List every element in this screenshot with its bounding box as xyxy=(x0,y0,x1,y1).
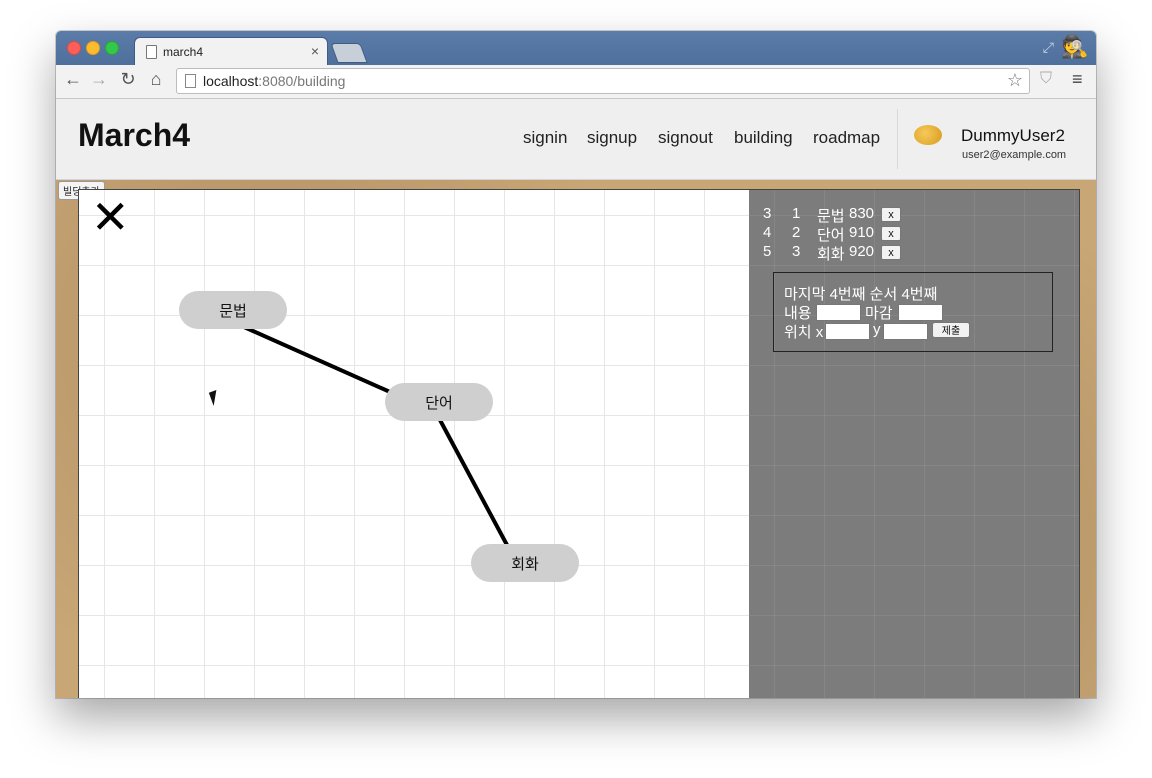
edge-grammar-vocab xyxy=(243,325,391,394)
web-page: March4 signin signup signout building ro… xyxy=(56,99,1096,698)
tab-bar: march4 × ⤢ 🕵 xyxy=(56,31,1096,66)
home-icon[interactable]: ⌂ xyxy=(145,69,167,90)
submit-button[interactable]: 제출 xyxy=(932,322,970,338)
position-y-label: y xyxy=(873,321,881,338)
bookmark-star-icon[interactable]: ☆ xyxy=(1007,70,1023,91)
edge-layer xyxy=(243,325,509,546)
roadmap-node[interactable]: 회화 xyxy=(471,544,579,582)
nav-signin[interactable]: signin xyxy=(523,128,567,148)
roadmap-node[interactable]: 문법 xyxy=(179,291,287,329)
avatar[interactable] xyxy=(914,125,942,145)
delete-step-button[interactable]: x xyxy=(881,226,901,241)
zoom-window-button[interactable] xyxy=(105,41,119,55)
reload-icon[interactable]: ↻ xyxy=(117,69,139,90)
page-icon xyxy=(185,74,196,88)
shield-icon[interactable]: ⛉ xyxy=(1040,70,1052,88)
position-y-input[interactable] xyxy=(883,323,928,340)
nav-building[interactable]: building xyxy=(734,128,793,148)
close-window-button[interactable] xyxy=(67,41,81,55)
delete-step-button[interactable]: x xyxy=(881,245,901,260)
deadline-label: 마감 xyxy=(865,305,893,322)
step-content: 문법 xyxy=(817,208,845,225)
site-header: March4 signin signup signout building ro… xyxy=(56,99,1096,180)
edge-vocab-conversation xyxy=(438,419,509,546)
address-bar[interactable]: localhost:8080/building ☆ xyxy=(176,68,1030,94)
building-modal: ✕ 문법 단어 회화 3 1 문법 830 x 4 2 단어 910 x 5 3… xyxy=(78,189,1080,698)
step-order: 2 xyxy=(792,224,801,241)
menu-icon[interactable]: ≡ xyxy=(1072,69,1083,90)
content-input[interactable] xyxy=(816,304,861,321)
roadmap-node[interactable]: 단어 xyxy=(385,383,493,421)
url-text[interactable]: localhost:8080/building xyxy=(203,73,345,89)
user-email: user2@example.com xyxy=(962,149,1067,161)
tab-close-icon[interactable]: × xyxy=(311,43,319,59)
fullscreen-icon[interactable]: ⤢ xyxy=(1043,39,1054,56)
deadline-input[interactable] xyxy=(898,304,943,321)
step-deadline: 830 xyxy=(849,205,875,222)
browser-toolbar: ← → ↻ ⌂ localhost:8080/building ☆ ⛉ ≡ xyxy=(56,65,1096,99)
nav-signout[interactable]: signout xyxy=(658,128,713,148)
tab-title: march4 xyxy=(163,45,204,59)
divider xyxy=(897,109,898,169)
forward-icon[interactable]: → xyxy=(88,69,110,90)
new-tab-button[interactable] xyxy=(330,43,368,63)
delete-step-button[interactable]: x xyxy=(881,207,901,222)
step-content: 단어 xyxy=(817,227,845,244)
back-icon[interactable]: ← xyxy=(62,69,84,90)
page-icon xyxy=(146,45,157,59)
add-step-form: 마지막 4번째 순서 4번째 내용 마감 위치 x y 제출 xyxy=(773,272,1053,352)
nav-signup[interactable]: signup xyxy=(587,128,637,148)
step-deadline: 910 xyxy=(849,224,875,241)
step-id: 3 xyxy=(763,205,772,222)
step-order: 3 xyxy=(792,243,801,260)
step-id: 4 xyxy=(763,224,772,241)
site-brand[interactable]: March4 xyxy=(78,117,190,154)
roadmap-canvas[interactable]: ✕ 문법 단어 회화 xyxy=(79,190,749,698)
url-host: localhost xyxy=(203,73,259,89)
position-x-label: 위치 x xyxy=(784,324,824,341)
url-path: :8080/building xyxy=(258,73,346,89)
minimize-window-button[interactable] xyxy=(86,41,100,55)
incognito-icon: 🕵 xyxy=(1061,34,1089,59)
step-content: 회화 xyxy=(817,246,845,263)
nav-roadmap[interactable]: roadmap xyxy=(813,128,880,148)
browser-window: march4 × ⤢ 🕵 ← → ↻ ⌂ localhost:8080/buil… xyxy=(56,31,1096,698)
step-panel: 3 1 문법 830 x 4 2 단어 910 x 5 3 회화 920 x 마… xyxy=(749,190,1079,698)
position-x-input[interactable] xyxy=(825,323,870,340)
browser-tab[interactable]: march4 × xyxy=(134,37,328,66)
close-icon[interactable]: ✕ xyxy=(91,194,130,240)
step-deadline: 920 xyxy=(849,243,875,260)
step-id: 5 xyxy=(763,243,772,260)
user-name[interactable]: DummyUser2 xyxy=(961,126,1065,146)
form-status: 마지막 4번째 순서 4번째 xyxy=(784,286,938,303)
content-label: 내용 xyxy=(784,305,812,322)
step-order: 1 xyxy=(792,205,801,222)
